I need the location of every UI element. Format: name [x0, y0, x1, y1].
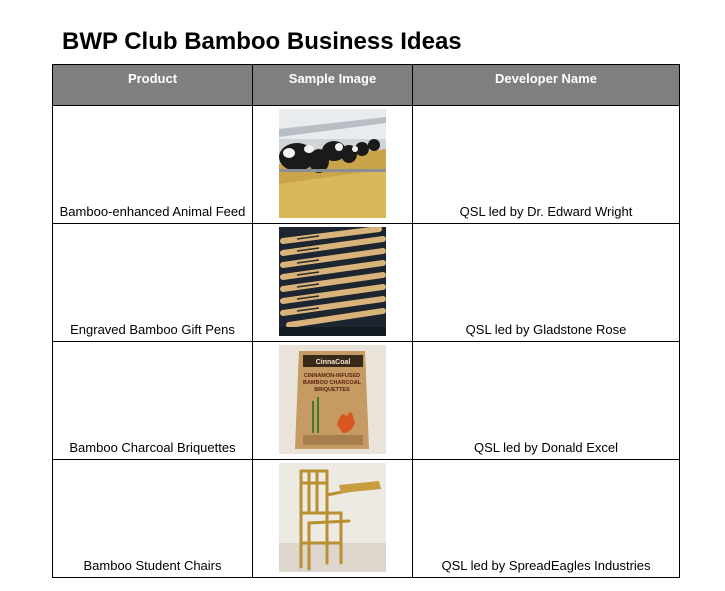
table-row: Engraved Bamboo Gift Pens QSL led by Gla…	[52, 223, 680, 342]
product-cell: Bamboo-enhanced Animal Feed	[52, 105, 253, 224]
image-cell	[252, 223, 413, 342]
image-cell	[252, 459, 413, 578]
developer-cell: QSL led by SpreadEagles Industries	[412, 459, 680, 578]
page-title: BWP Club Bamboo Business Ideas	[62, 28, 462, 55]
product-cell: Engraved Bamboo Gift Pens	[52, 223, 253, 342]
briquettes-bag-image: CinnaCoal CINNAMON-INFUSED BAMBOO CHARCO…	[279, 345, 386, 454]
header-product: Product	[52, 64, 253, 106]
bag-brand-text: CinnaCoal	[316, 359, 351, 366]
table-header-row: Product Sample Image Developer Name	[52, 64, 680, 106]
cows-feeding-image	[279, 109, 386, 218]
bamboo-pens-image	[279, 227, 386, 336]
image-cell	[252, 105, 413, 224]
developer-cell: QSL led by Gladstone Rose	[412, 223, 680, 342]
product-cell: Bamboo Charcoal Briquettes	[52, 341, 253, 460]
bag-line-3: BRIQUETTES	[314, 387, 350, 393]
bag-line-2: BAMBOO CHARCOAL	[303, 380, 362, 386]
header-developer-name: Developer Name	[412, 64, 680, 106]
header-sample-image: Sample Image	[252, 64, 413, 106]
bamboo-chair-image	[279, 463, 386, 572]
table-row: Bamboo-enhanced Animal Feed QSL led by D…	[52, 105, 680, 224]
bag-line-1: CINNAMON-INFUSED	[304, 373, 360, 379]
table-row: Bamboo Charcoal Briquettes CinnaCoal CIN…	[52, 341, 680, 460]
developer-cell: QSL led by Dr. Edward Wright	[412, 105, 680, 224]
table-row: Bamboo Student Chairs QSL led by SpreadE…	[52, 459, 680, 578]
developer-cell: QSL led by Donald Excel	[412, 341, 680, 460]
product-cell: Bamboo Student Chairs	[52, 459, 253, 578]
ideas-table: Product Sample Image Developer Name Bamb…	[52, 64, 680, 578]
image-cell: CinnaCoal CINNAMON-INFUSED BAMBOO CHARCO…	[252, 341, 413, 460]
